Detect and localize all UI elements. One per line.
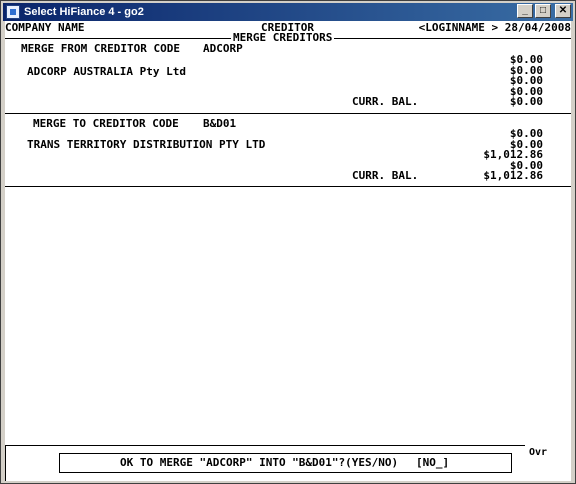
confirm-prompt-text: OK TO MERGE "ADCORP" INTO "B&D01"?(YES/N… (120, 456, 399, 469)
window-controls: _ □ ✕ (517, 4, 571, 18)
merge-to-curr-bal: $1,012.86 (483, 169, 543, 182)
app-window: Select HiFiance 4 - go2 _ □ ✕ COMPANY NA… (0, 0, 576, 484)
merge-from-name: ADCORP AUSTRALIA Pty Ltd (27, 65, 186, 78)
merge-from-curr-bal: $0.00 (509, 95, 543, 108)
section-title: MERGE CREDITORS (231, 31, 335, 44)
merge-to-label: MERGE TO CREDITOR CODE (33, 117, 179, 130)
merge-from-code[interactable]: ADCORP (203, 43, 243, 54)
title-bar[interactable]: Select HiFiance 4 - go2 _ □ ✕ (3, 3, 573, 21)
merge-from-label: MERGE FROM CREDITOR CODE (21, 42, 180, 55)
bottom-divider (5, 445, 525, 446)
merge-to-curr-bal-label: CURR. BAL. (352, 169, 419, 182)
confirm-answer-input[interactable]: [NO_] (416, 457, 449, 468)
section-divider (5, 186, 571, 187)
login-date: <LOGINNAME > 28/04/2008 (418, 21, 571, 34)
confirm-prompt-box: OK TO MERGE "ADCORP" INTO "B&D01"?(YES/N… (59, 453, 512, 473)
merge-from-curr-bal-label: CURR. BAL. (352, 95, 419, 108)
merge-to-code[interactable]: B&D01 (203, 118, 236, 129)
terminal-screen[interactable]: COMPANY NAME CREDITOR <LOGINNAME > 28/04… (5, 21, 571, 481)
close-button[interactable]: ✕ (555, 4, 571, 18)
company-name: COMPANY NAME (5, 21, 85, 34)
merge-to-name: TRANS TERRITORY DISTRIBUTION PTY LTD (27, 138, 266, 151)
maximize-button[interactable]: □ (535, 4, 551, 18)
minimize-button[interactable]: _ (517, 4, 533, 18)
section-divider (5, 113, 571, 114)
window-title: Select HiFiance 4 - go2 (24, 6, 144, 18)
insert-mode-indicator: Ovr (529, 447, 548, 458)
frame-left-edge (5, 445, 6, 481)
app-icon[interactable] (6, 5, 20, 19)
